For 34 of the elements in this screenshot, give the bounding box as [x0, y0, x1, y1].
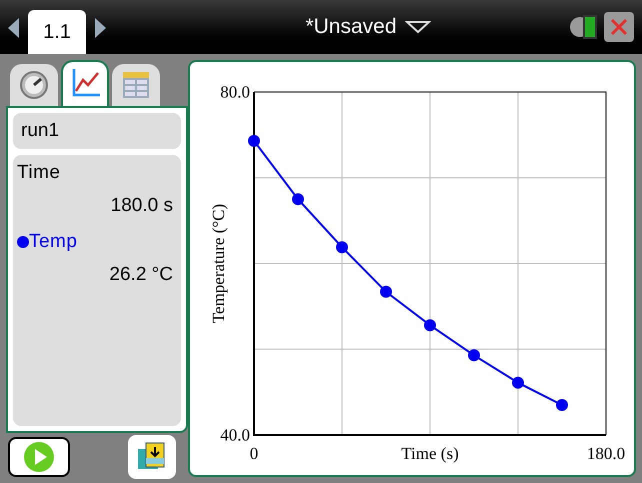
store-button[interactable] — [128, 435, 176, 479]
data-point — [380, 286, 392, 298]
view-tab[interactable] — [112, 64, 160, 106]
table-icon — [121, 70, 151, 100]
reading-value: 180.0 s — [110, 194, 174, 218]
data-point — [512, 376, 524, 389]
data-point — [424, 319, 436, 332]
x-axis-label: Time (s) — [401, 444, 459, 463]
y-tick-label: 80.0 — [220, 82, 250, 102]
page-tab[interactable]: 1.1 — [28, 10, 86, 54]
reading-value: 26.2 °C — [109, 262, 174, 286]
battery-icon — [570, 12, 600, 42]
gauge-icon — [19, 70, 49, 100]
data-point — [468, 349, 480, 362]
play-icon — [23, 441, 55, 473]
data-point — [292, 193, 304, 206]
data-point — [248, 134, 260, 147]
y-axis-label: Temperature (°C) — [209, 204, 228, 324]
play-button[interactable] — [8, 437, 70, 477]
reading-name: Time — [17, 161, 60, 185]
reading-name: Temp — [29, 230, 78, 254]
run-label[interactable]: run1 — [13, 113, 181, 149]
view-tab[interactable] — [10, 64, 58, 106]
right-arrow-icon — [94, 18, 106, 38]
view-tab[interactable] — [61, 60, 109, 106]
y-tick-label: 40.0 — [220, 426, 250, 444]
x-tick-label: 0 — [250, 444, 258, 463]
data-point — [556, 398, 568, 411]
document-title: *Unsaved — [305, 14, 397, 40]
dropdown-icon[interactable] — [404, 20, 431, 34]
left-arrow-icon — [8, 18, 20, 38]
close-icon — [609, 17, 629, 37]
data-point — [336, 241, 348, 254]
x-tick-label: 180.0 — [586, 444, 626, 463]
